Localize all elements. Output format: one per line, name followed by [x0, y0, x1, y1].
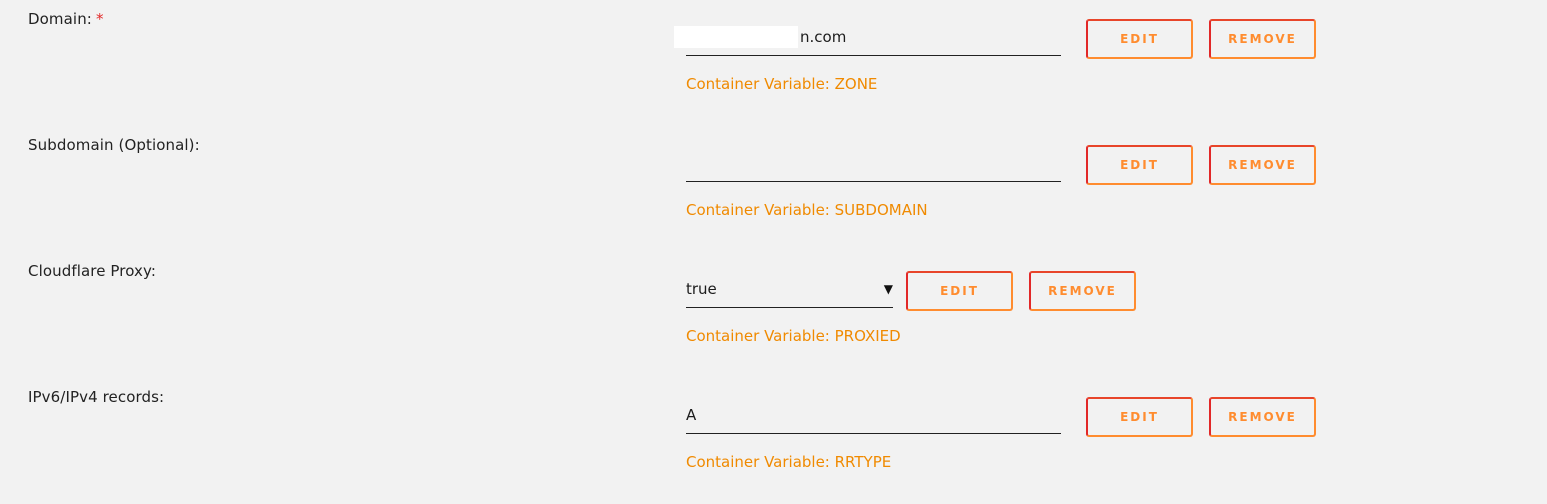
setting-row-domain: Domain: * n.com EDIT REMOVE Container Var…	[0, 0, 1547, 126]
remove-button[interactable]: REMOVE	[1209, 19, 1316, 59]
proxy-select[interactable]: true ▼	[686, 270, 893, 308]
field-label: IPv6/IPv4 records:	[28, 388, 165, 406]
edit-button[interactable]: EDIT	[906, 271, 1013, 311]
rrtype-value: A	[686, 406, 697, 424]
setting-row-cloudflare-proxy: Cloudflare Proxy: true ▼ EDIT REMOVE Con…	[0, 252, 1547, 378]
chevron-down-icon: ▼	[883, 282, 893, 296]
setting-row-rrtype: IPv6/IPv4 records: A EDIT REMOVE Contain…	[0, 378, 1547, 504]
domain-value: n.com	[800, 28, 847, 46]
container-variable-hint: Container Variable: ZONE	[686, 75, 878, 93]
required-mark: *	[95, 10, 104, 28]
container-variable-hint: Container Variable: SUBDOMAIN	[686, 201, 928, 219]
field-label: Subdomain (Optional):	[28, 136, 200, 154]
domain-input[interactable]: n.com	[674, 18, 1061, 56]
remove-button[interactable]: REMOVE	[1209, 397, 1316, 437]
subdomain-input[interactable]	[686, 144, 1061, 182]
redaction-overlay	[674, 26, 798, 48]
container-variable-hint: Container Variable: PROXIED	[686, 327, 901, 345]
field-label: Cloudflare Proxy:	[28, 262, 157, 280]
edit-button[interactable]: EDIT	[1086, 397, 1193, 437]
field-label-text: Domain:	[28, 10, 92, 28]
container-variable-hint: Container Variable: RRTYPE	[686, 453, 892, 471]
setting-row-subdomain: Subdomain (Optional): EDIT REMOVE Contai…	[0, 126, 1547, 252]
field-label: Domain: *	[28, 10, 104, 28]
proxy-selected-value: true	[686, 280, 717, 298]
remove-button[interactable]: REMOVE	[1209, 145, 1316, 185]
remove-button[interactable]: REMOVE	[1029, 271, 1136, 311]
edit-button[interactable]: EDIT	[1086, 19, 1193, 59]
rrtype-input[interactable]: A	[686, 396, 1061, 434]
edit-button[interactable]: EDIT	[1086, 145, 1193, 185]
